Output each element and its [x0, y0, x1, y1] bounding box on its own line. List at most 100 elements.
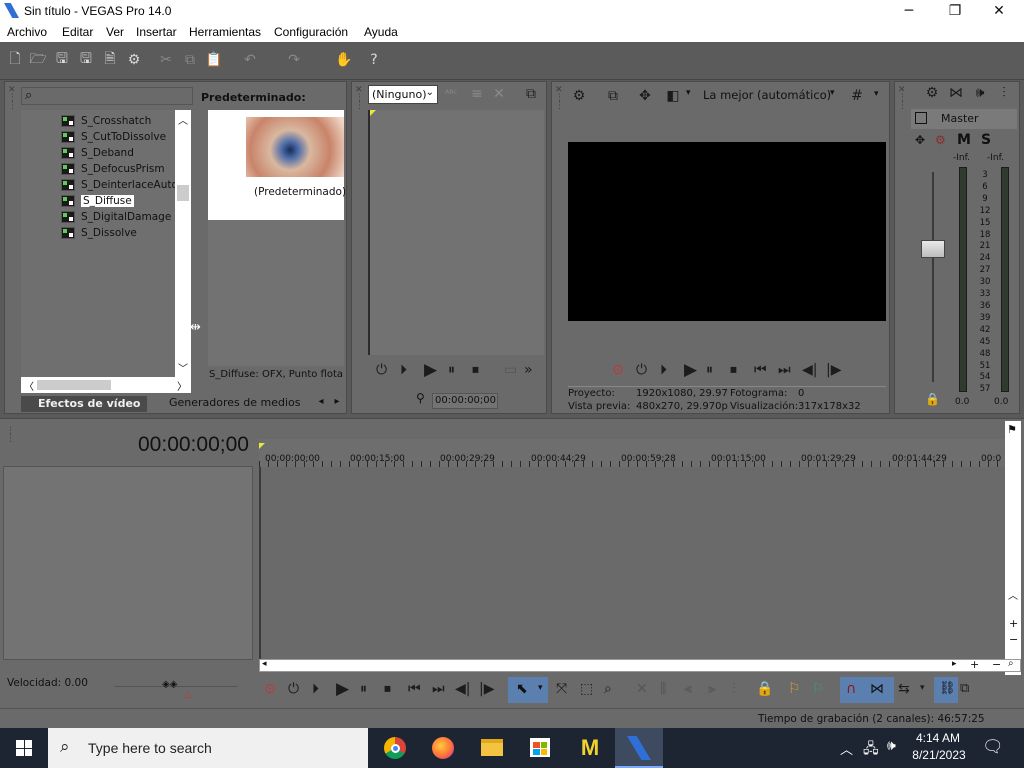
- clock-time[interactable]: 4:14 AM: [914, 731, 962, 745]
- menu-herramientas[interactable]: Herramientas: [189, 25, 261, 39]
- scroll-thumb[interactable]: [177, 185, 189, 201]
- spellcheck-icon[interactable]: ᴬᴮᶜ: [442, 85, 460, 103]
- list-icon[interactable]: ≡: [468, 85, 486, 103]
- go-to-end-icon[interactable]: ⏭: [432, 681, 445, 697]
- next-frame-icon[interactable]: |▶: [826, 362, 841, 378]
- overlay-dropdown-icon[interactable]: ▾: [874, 89, 879, 99]
- volume-icon[interactable]: 🕪: [887, 738, 896, 754]
- menu-configuracion[interactable]: Configuración: [274, 25, 348, 39]
- scroll-right-icon[interactable]: 〉: [177, 378, 187, 393]
- scroll-left-icon[interactable]: ◂: [262, 659, 267, 669]
- compare-icon[interactable]: ◧: [664, 87, 682, 105]
- vegas-pro-taskbar-button[interactable]: [615, 728, 663, 768]
- scroll-up-icon[interactable]: ︿: [178, 112, 188, 127]
- list-item[interactable]: S_Deband: [61, 145, 134, 160]
- window-icon[interactable]: ⧉: [522, 85, 540, 103]
- scroll-thumb[interactable]: [37, 380, 111, 390]
- loop-icon[interactable]: ⏻: [636, 362, 647, 378]
- stop-icon[interactable]: ⏹: [730, 362, 737, 378]
- network-icon[interactable]: 🖧: [863, 738, 879, 762]
- stop-icon[interactable]: ⏹: [384, 681, 391, 697]
- render-icon[interactable]: 🗎: [101, 51, 119, 69]
- double-chevron-icon[interactable]: »: [524, 362, 533, 378]
- record-icon[interactable]: ⊙: [264, 681, 276, 697]
- clock-date[interactable]: 8/21/2023: [910, 748, 968, 762]
- menu-ayuda[interactable]: Ayuda: [364, 25, 398, 39]
- preview-quality-dropdown[interactable]: ▾ La mejor (automático) ▾: [686, 88, 844, 104]
- help-cursor-icon[interactable]: ✋: [335, 51, 353, 69]
- delete-icon[interactable]: ✕: [636, 681, 648, 697]
- panel-grip[interactable]: ✕ ⋮ ⋮: [355, 86, 364, 111]
- tab-next-icon[interactable]: ▸: [330, 396, 344, 410]
- trim-end-icon[interactable]: ⫸: [708, 681, 716, 697]
- marker-icon[interactable]: ⚐: [788, 681, 801, 697]
- pan-icon[interactable]: ✥: [915, 133, 925, 147]
- panel-grip[interactable]: ✕ ⋮ ⋮: [8, 86, 17, 111]
- tree-vertical-scrollbar[interactable]: ︿ ﹀: [175, 110, 191, 377]
- trimmer-dropdown[interactable]: (Ninguno) ⌄: [368, 85, 438, 104]
- tab-generadores-de-medios[interactable]: Generadores de medios: [147, 394, 312, 412]
- play-icon[interactable]: ▶: [684, 360, 697, 380]
- panel-grip[interactable]: ✕ ⋮ ⋮: [898, 86, 907, 111]
- volume-fader[interactable]: [921, 240, 945, 258]
- vegas-movie-studio-icon[interactable]: M: [578, 736, 602, 760]
- list-item[interactable]: S_CutToDissolve: [61, 129, 166, 144]
- play-icon[interactable]: ▶: [424, 360, 437, 380]
- gear-icon[interactable]: ⚙: [570, 87, 588, 105]
- gear-icon[interactable]: ⚙: [923, 84, 941, 102]
- group-icon[interactable]: ⧉: [960, 681, 969, 696]
- next-frame-icon[interactable]: |▶: [479, 681, 494, 697]
- record-icon[interactable]: ⊙: [612, 362, 624, 378]
- paste-icon[interactable]: 📋: [205, 51, 223, 69]
- list-item[interactable]: S_DeinterlaceAuto: [61, 177, 178, 192]
- list-item-selected[interactable]: S_Diffuse: [61, 193, 134, 208]
- play-from-start-icon[interactable]: ⏵: [312, 681, 319, 697]
- go-to-start-icon[interactable]: ⏮: [754, 362, 767, 378]
- stop-icon[interactable]: ⏹: [472, 362, 479, 378]
- search-input[interactable]: ⌕: [21, 87, 193, 105]
- list-item[interactable]: S_DefocusPrism: [61, 161, 165, 176]
- loop-icon[interactable]: ⏻: [376, 362, 387, 378]
- normal-edit-tool-button[interactable]: ⬉ ▾: [508, 677, 548, 703]
- delete-icon[interactable]: ✕: [490, 85, 508, 103]
- undo-icon[interactable]: ↶: [241, 51, 259, 69]
- help-icon[interactable]: ?: [365, 51, 383, 69]
- tree-horizontal-scrollbar[interactable]: 〈 〉: [21, 377, 191, 393]
- redo-icon[interactable]: ↷: [285, 51, 303, 69]
- list-item[interactable]: S_Dissolve: [61, 225, 137, 240]
- zoom-in-icon[interactable]: +: [970, 658, 979, 671]
- play-from-start-icon[interactable]: ⏵: [660, 362, 667, 378]
- panel-grip[interactable]: ⋮ ⋮: [6, 427, 15, 444]
- marker-flag-icon[interactable]: ⚑: [1007, 423, 1017, 436]
- maximize-button[interactable]: ❐: [932, 0, 978, 22]
- loop-icon[interactable]: ⏻: [288, 681, 299, 697]
- track-area[interactable]: [259, 467, 1005, 659]
- cut-icon[interactable]: ✂: [157, 51, 175, 69]
- panel-grip[interactable]: ✕ ⋮ ⋮: [555, 86, 564, 111]
- play-from-start-icon[interactable]: ⏵: [400, 362, 407, 378]
- notification-icon[interactable]: 🗨: [982, 737, 1004, 757]
- minimize-button[interactable]: ─: [886, 0, 932, 22]
- solo-button[interactable]: S: [981, 132, 991, 148]
- timeline-vertical-scrollbar[interactable]: ⚑ ︿ + −: [1005, 421, 1021, 675]
- lock-envelopes-button[interactable]: ⛓: [934, 677, 958, 703]
- scroll-right-icon[interactable]: ▸: [952, 659, 957, 669]
- velocity-handle-icon[interactable]: ◈◈: [162, 679, 177, 690]
- gear-icon[interactable]: ⚙: [125, 51, 143, 69]
- menu-insertar[interactable]: Insertar: [136, 25, 177, 39]
- list-item[interactable]: S_DigitalDamage: [61, 209, 171, 224]
- close-button[interactable]: ✕: [976, 0, 1022, 22]
- split-screen-icon[interactable]: ✥: [636, 87, 654, 105]
- split-icon[interactable]: ⫶: [732, 681, 736, 697]
- zoom-out-icon[interactable]: −: [992, 658, 1001, 671]
- go-to-end-icon[interactable]: ⏭: [778, 362, 791, 378]
- trim-icon[interactable]: ⫼: [660, 681, 666, 697]
- tab-efectos-de-video[interactable]: Efectos de vídeo: [21, 394, 147, 412]
- pause-icon[interactable]: ⏸: [448, 362, 455, 378]
- zoom-in-icon[interactable]: +: [1009, 617, 1018, 630]
- chrome-icon[interactable]: [384, 737, 406, 759]
- scroll-down-icon[interactable]: ﹀: [178, 360, 188, 375]
- ripple-edit-icon[interactable]: ⇆: [898, 681, 910, 697]
- mixer-icon[interactable]: ⫶: [995, 84, 1013, 102]
- previous-frame-icon[interactable]: ◀|: [802, 362, 817, 378]
